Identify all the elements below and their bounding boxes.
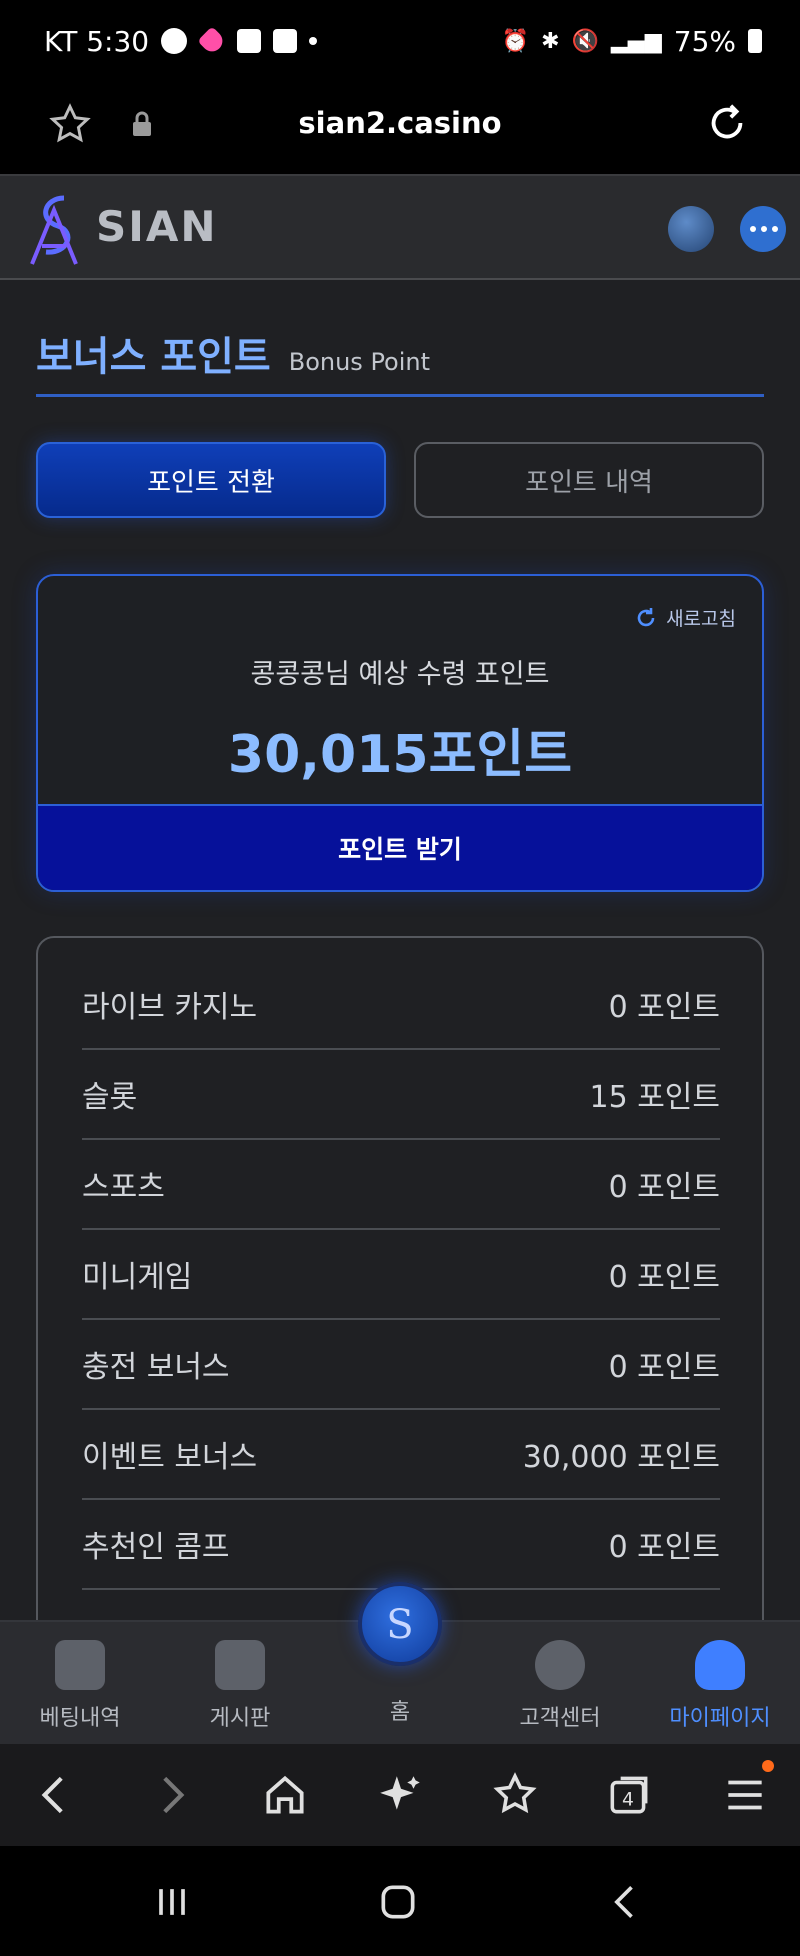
bluetooth-icon: ✱: [541, 28, 560, 54]
page-title: 보너스 포인트 Bonus Point: [36, 324, 430, 382]
bookmarks-icon[interactable]: [490, 1770, 540, 1820]
live-support-button[interactable]: [668, 206, 714, 252]
browser-address-bar: sian2.casino: [0, 82, 800, 174]
breakdown-value: 0 포인트: [608, 1530, 720, 1565]
chat-button[interactable]: [740, 206, 786, 252]
breakdown-value: 0 포인트: [608, 1170, 720, 1205]
tabs-icon: 4: [610, 1776, 648, 1814]
title-divider: [36, 394, 764, 397]
nav-betting-history[interactable]: 베팅내역: [10, 1640, 150, 1732]
site-header: SIAN: [0, 174, 800, 280]
receive-points-button[interactable]: 포인트 받기: [38, 804, 762, 890]
main-content: 보너스 포인트 Bonus Point 포인트 전환 포인트 내역 새로고침 콩…: [0, 280, 800, 1656]
nav-label: 베팅내역: [39, 1706, 121, 1731]
expected-points-label: 콩콩콩님 예상 수령 포인트: [250, 659, 550, 690]
back-icon[interactable]: [30, 1770, 80, 1820]
recent-apps-icon[interactable]: [150, 1880, 194, 1924]
nav-my-page[interactable]: 마이페이지: [650, 1640, 790, 1732]
system-home-icon[interactable]: [376, 1880, 420, 1924]
battery-icon: [748, 29, 762, 53]
user-icon: [695, 1640, 745, 1690]
refresh-label: 새로고침: [666, 608, 736, 630]
breakdown-label: 슬롯: [82, 1080, 138, 1115]
url-text[interactable]: sian2.casino: [0, 106, 800, 140]
breakdown-label: 충전 보너스: [82, 1350, 230, 1385]
carrier-time: KT 5:30: [44, 24, 150, 58]
more-notifications-dot-icon: [309, 37, 318, 45]
list-item: 추천인 콤프 0 포인트: [82, 1500, 720, 1590]
list-item: 스포츠 0 포인트: [82, 1140, 720, 1230]
nav-home-label[interactable]: 홈: [330, 1694, 470, 1726]
nav-label: 마이페이지: [669, 1706, 771, 1731]
chat-dots-icon: [750, 226, 778, 232]
breakdown-value: 0 포인트: [608, 1350, 720, 1385]
breakdown-value: 30,000 포인트: [522, 1440, 720, 1475]
tab-point-convert[interactable]: 포인트 전환: [36, 442, 386, 518]
nav-label: 게시판: [209, 1706, 271, 1731]
notification-dot: [762, 1760, 774, 1772]
notification-app-icon: [237, 29, 262, 53]
tab-point-history[interactable]: 포인트 내역: [414, 442, 764, 518]
nav-home-button[interactable]: S: [358, 1582, 442, 1666]
tabs-button[interactable]: 4: [604, 1770, 654, 1820]
breakdown-value: 0 포인트: [608, 1260, 720, 1295]
expected-points-value: 30,015포인트: [227, 725, 573, 785]
breakdown-value: 0 포인트: [608, 990, 720, 1025]
refresh-icon: [637, 607, 655, 626]
points-breakdown-list: 라이브 카지노 0 포인트 슬롯 15 포인트 스포츠 0 포인트 미니게임 0…: [36, 936, 764, 1656]
system-navigation-bar: [0, 1846, 800, 1956]
headset-icon: [535, 1640, 585, 1690]
page-title-ko: 보너스 포인트: [36, 334, 271, 380]
battery-level: 75%: [673, 24, 736, 58]
kakaotalk-icon: [161, 28, 188, 54]
breakdown-label: 이벤트 보너스: [82, 1440, 258, 1475]
logo-text[interactable]: SIAN: [96, 202, 218, 251]
reload-icon[interactable]: [704, 100, 750, 146]
breakdown-label: 라이브 카지노: [82, 990, 258, 1025]
refresh-button[interactable]: 새로고침: [634, 604, 736, 631]
breakdown-label: 추천인 콤프: [82, 1530, 230, 1565]
sian-logo-icon[interactable]: [24, 190, 88, 270]
nav-customer-center[interactable]: 고객센터: [490, 1640, 630, 1732]
list-item: 미니게임 0 포인트: [82, 1230, 720, 1320]
list-item: 라이브 카지노 0 포인트: [82, 960, 720, 1050]
expected-points-card: 새로고침 콩콩콩님 예상 수령 포인트 30,015포인트 포인트 받기: [36, 574, 764, 892]
signal-icon: ▂▄▆: [611, 28, 662, 54]
board-icon: [215, 1640, 265, 1690]
list-item: 이벤트 보너스 30,000 포인트: [82, 1410, 720, 1500]
breakdown-label: 스포츠: [82, 1170, 165, 1205]
checkbox-notification-icon: [273, 29, 298, 53]
bottom-navigation: 베팅내역 게시판 S 홈 고객센터 마이페이지: [0, 1582, 800, 1744]
list-item: 충전 보너스 0 포인트: [82, 1320, 720, 1410]
browser-toolbar: 4: [0, 1744, 800, 1846]
hamburger-icon: [728, 1780, 762, 1810]
tab-count: 4: [622, 1789, 634, 1810]
menu-button[interactable]: [720, 1760, 774, 1820]
alarm-icon: ⏰: [501, 28, 530, 54]
status-bar: KT 5:30 ⏰ ✱ 🔇 ▂▄▆ 75%: [0, 0, 800, 82]
nav-label: 고객센터: [519, 1706, 601, 1731]
page-title-en: Bonus Point: [288, 348, 431, 376]
list-item: 슬롯 15 포인트: [82, 1050, 720, 1140]
betting-history-icon: [55, 1640, 105, 1690]
heart-icon: [197, 26, 227, 56]
nav-board[interactable]: 게시판: [170, 1640, 310, 1732]
system-back-icon[interactable]: [604, 1880, 648, 1924]
mute-icon: 🔇: [571, 28, 599, 54]
home-icon[interactable]: [260, 1770, 310, 1820]
breakdown-label: 미니게임: [82, 1260, 193, 1295]
home-logo-icon: S: [386, 1602, 414, 1648]
breakdown-value: 15 포인트: [589, 1080, 720, 1115]
sparkle-icon[interactable]: [376, 1770, 426, 1820]
forward-icon[interactable]: [146, 1770, 196, 1820]
